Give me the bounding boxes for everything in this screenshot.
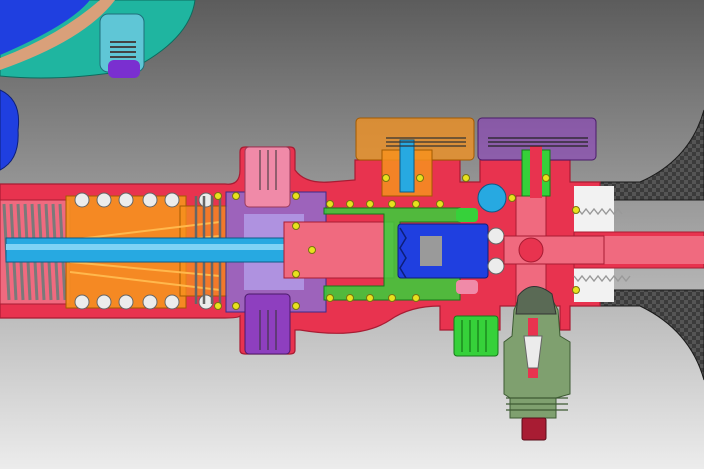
- ball-icon: [142, 294, 158, 310]
- o-ring-icon: [436, 200, 444, 208]
- o-ring-icon: [232, 192, 240, 200]
- red-plunger-core: [530, 146, 542, 198]
- pink-piston: [283, 221, 395, 279]
- o-ring-icon: [412, 294, 420, 302]
- check-ball-top: [477, 183, 507, 213]
- o-ring-icon: [214, 302, 222, 310]
- o-ring-icon: [508, 194, 516, 202]
- o-ring-icon: [308, 246, 316, 254]
- o-ring-icon: [346, 200, 354, 208]
- blue-poppet-slot: [420, 236, 442, 266]
- fitting-cap: [521, 417, 547, 441]
- ball-icon: [118, 192, 134, 208]
- ball-icon: [96, 294, 112, 310]
- o-ring-icon: [416, 174, 424, 182]
- o-ring-icon: [572, 206, 580, 214]
- o-ring-icon: [388, 294, 396, 302]
- cyan-plunger: [399, 139, 415, 193]
- green-seal-pad: [456, 208, 478, 222]
- outlet-bore-inner: [600, 236, 704, 264]
- o-ring-icon: [346, 294, 354, 302]
- o-ring-icon: [462, 174, 470, 182]
- ball-icon: [74, 192, 90, 208]
- o-ring-icon: [366, 294, 374, 302]
- o-ring-icon: [326, 294, 334, 302]
- green-bottom-plug: [453, 315, 499, 357]
- o-ring-icon: [542, 174, 550, 182]
- o-ring-icon: [572, 286, 580, 294]
- o-ring-icon: [382, 174, 390, 182]
- ball-icon: [164, 294, 180, 310]
- ball-icon: [487, 257, 505, 275]
- o-ring-icon: [292, 302, 300, 310]
- blue-poppet: [397, 223, 489, 279]
- o-ring-icon: [326, 200, 334, 208]
- grip-screw-cap: [108, 60, 140, 78]
- o-ring-icon: [292, 222, 300, 230]
- o-ring-icon: [388, 200, 396, 208]
- cross-section-drawing: [0, 0, 704, 469]
- ball-icon: [142, 192, 158, 208]
- ball-icon: [487, 227, 505, 245]
- o-ring-icon: [214, 192, 222, 200]
- o-ring-icon: [292, 270, 300, 278]
- o-ring-icon: [366, 200, 374, 208]
- o-ring-icon: [412, 200, 420, 208]
- ball-icon: [164, 192, 180, 208]
- cad-cross-section-view: [0, 0, 704, 469]
- o-ring-icon: [232, 302, 240, 310]
- o-ring-icon: [292, 192, 300, 200]
- ball-icon: [118, 294, 134, 310]
- pink-seal-pad: [456, 280, 478, 294]
- passage-junction: [518, 237, 544, 263]
- ball-icon: [74, 294, 90, 310]
- ball-icon: [96, 192, 112, 208]
